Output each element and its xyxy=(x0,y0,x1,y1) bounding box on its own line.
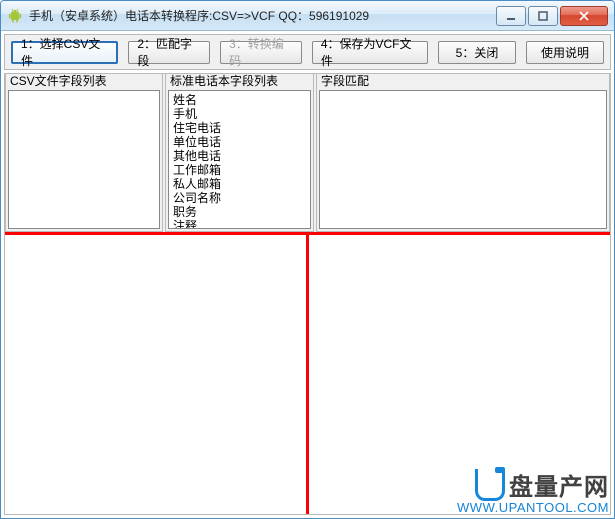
lower-left-pane[interactable] xyxy=(5,235,309,514)
std-fields-panel: 标准电话本字段列表 姓名手机住宅电话单位电话其他电话工作邮箱私人邮箱公司名称职务… xyxy=(165,74,314,232)
toolbar: 1：选择CSV文件 2：匹配字段 3：转换编码 4：保存为VCF文件 5：关闭 … xyxy=(4,34,611,70)
list-item[interactable]: 单位电话 xyxy=(173,135,306,149)
help-button[interactable]: 使用说明 xyxy=(526,41,604,64)
app-window: 手机（安卓系统）电话本转换程序:CSV=>VCF QQ：596191029 1：… xyxy=(0,0,615,519)
map-fields-button[interactable]: 2：匹配字段 xyxy=(128,41,210,64)
upper-panels: CSV文件字段列表 标准电话本字段列表 姓名手机住宅电话单位电话其他电话工作邮箱… xyxy=(5,74,610,232)
minimize-button[interactable] xyxy=(496,6,526,26)
lower-panels xyxy=(5,232,610,514)
std-fields-list[interactable]: 姓名手机住宅电话单位电话其他电话工作邮箱私人邮箱公司名称职务注释 xyxy=(168,90,311,229)
mapping-panel: 字段匹配 xyxy=(316,74,610,232)
mapping-title: 字段匹配 xyxy=(317,74,609,89)
csv-fields-panel: CSV文件字段列表 xyxy=(5,74,163,232)
lower-right-pane[interactable] xyxy=(309,235,610,514)
mapping-list[interactable] xyxy=(319,90,607,229)
list-item[interactable]: 住宅电话 xyxy=(173,121,306,135)
android-icon xyxy=(7,8,23,24)
content-area: CSV文件字段列表 标准电话本字段列表 姓名手机住宅电话单位电话其他电话工作邮箱… xyxy=(4,73,611,515)
select-csv-button[interactable]: 1：选择CSV文件 xyxy=(11,41,118,64)
list-item[interactable]: 手机 xyxy=(173,107,306,121)
window-controls xyxy=(494,6,608,26)
list-item[interactable]: 职务 xyxy=(173,205,306,219)
convert-encoding-button: 3：转换编码 xyxy=(220,41,302,64)
std-fields-title: 标准电话本字段列表 xyxy=(166,74,313,89)
titlebar[interactable]: 手机（安卓系统）电话本转换程序:CSV=>VCF QQ：596191029 xyxy=(1,1,614,31)
close-button[interactable] xyxy=(560,6,608,26)
csv-fields-title: CSV文件字段列表 xyxy=(6,74,162,89)
maximize-button[interactable] xyxy=(528,6,558,26)
save-vcf-button[interactable]: 4：保存为VCF文件 xyxy=(312,41,428,64)
close-app-button[interactable]: 5：关闭 xyxy=(438,41,516,64)
window-title: 手机（安卓系统）电话本转换程序:CSV=>VCF QQ：596191029 xyxy=(29,7,494,24)
list-item[interactable]: 公司名称 xyxy=(173,191,306,205)
list-item[interactable]: 姓名 xyxy=(173,93,306,107)
list-item[interactable]: 工作邮箱 xyxy=(173,163,306,177)
list-item[interactable]: 注释 xyxy=(173,219,306,229)
csv-fields-list[interactable] xyxy=(8,90,160,229)
list-item[interactable]: 其他电话 xyxy=(173,149,306,163)
list-item[interactable]: 私人邮箱 xyxy=(173,177,306,191)
